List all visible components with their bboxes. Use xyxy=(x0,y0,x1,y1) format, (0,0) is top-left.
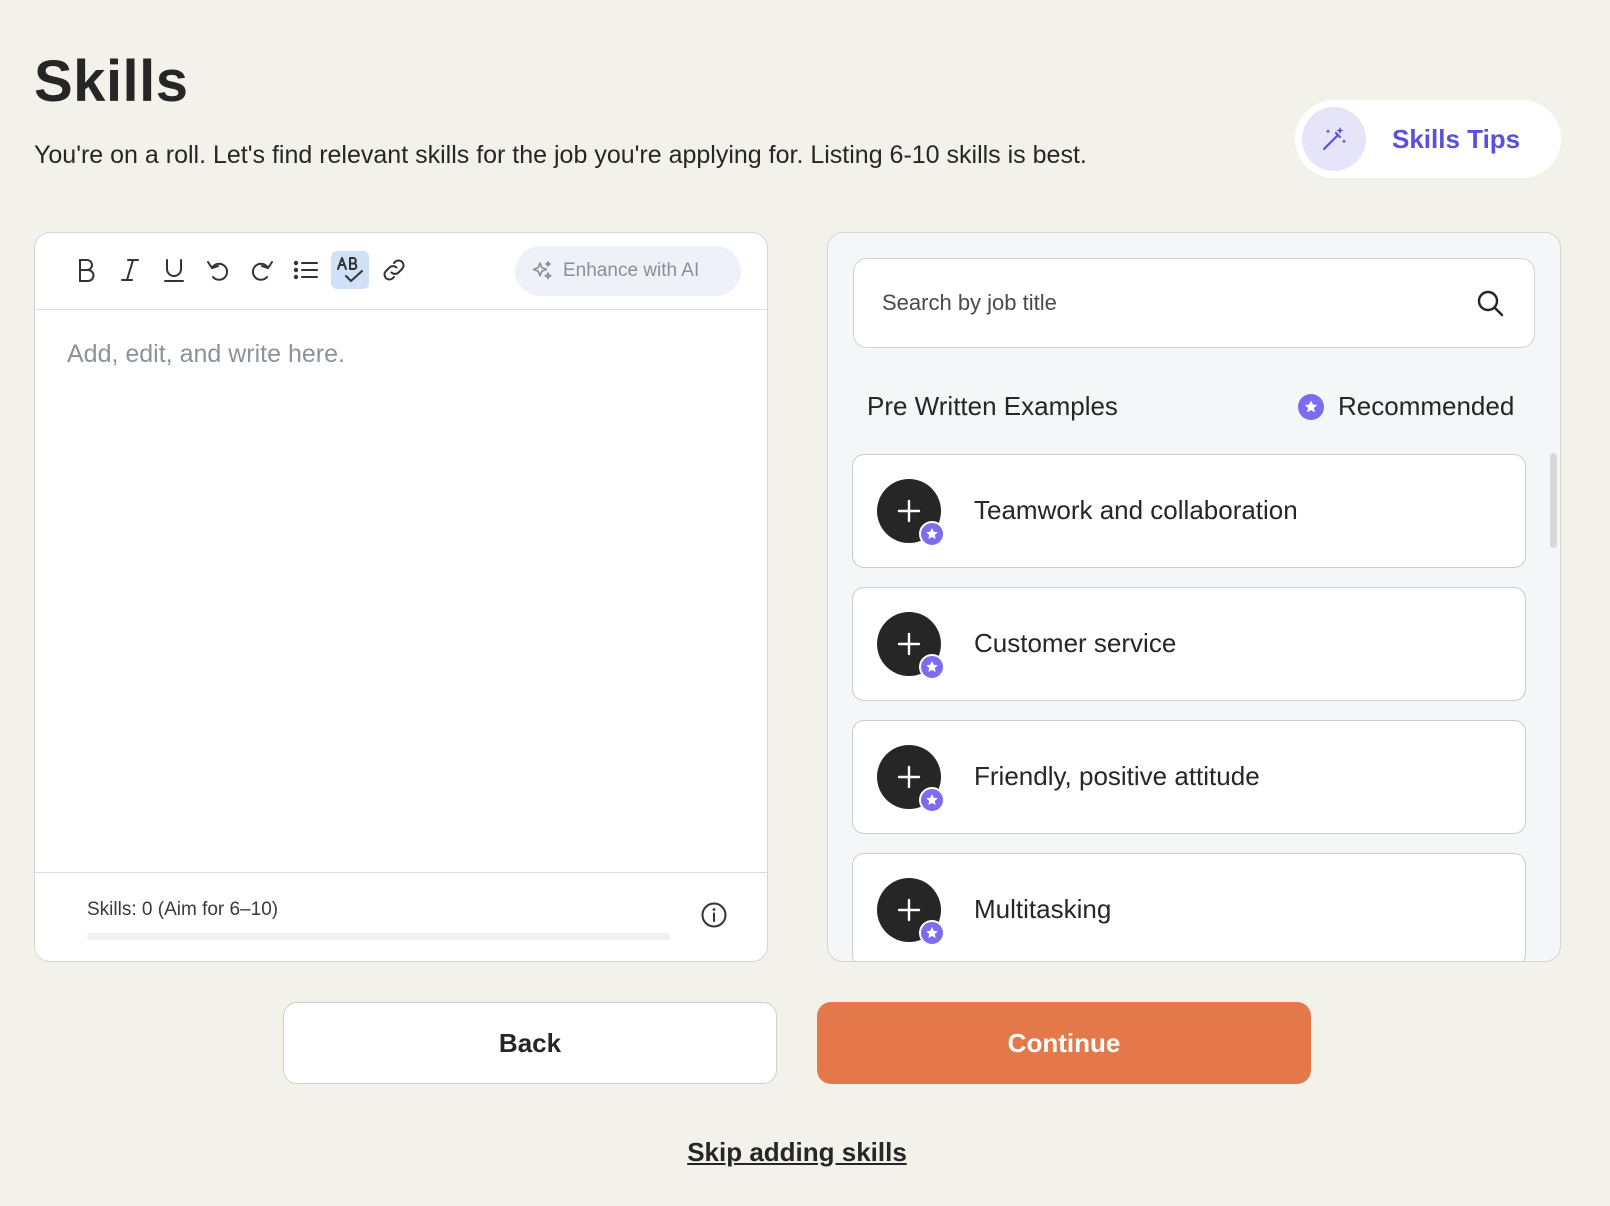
examples-scrollbar[interactable] xyxy=(1550,453,1557,548)
example-item-label: Customer service xyxy=(974,628,1177,658)
editor-toolbar: Enhance with AI xyxy=(35,233,767,310)
example-item-label: Friendly, positive attitude xyxy=(974,761,1260,791)
bullet-list-button[interactable] xyxy=(287,251,325,289)
sparkle-icon xyxy=(532,261,552,280)
page-subtitle: You're on a roll. Let's find relevant sk… xyxy=(34,141,1087,169)
examples-section-title: Pre Written Examples xyxy=(867,391,1118,421)
example-item[interactable]: Multitasking xyxy=(852,853,1526,961)
editor-footer: Skills: 0 (Aim for 6–10) xyxy=(35,872,767,961)
skip-adding-skills-link[interactable]: Skip adding skills xyxy=(0,1137,1594,1168)
example-item-label: Teamwork and collaboration xyxy=(974,495,1298,525)
magic-wand-icon xyxy=(1302,107,1366,171)
example-item[interactable]: Teamwork and collaboration xyxy=(852,454,1526,568)
link-icon xyxy=(383,259,405,281)
skills-text-area[interactable]: Add, edit, and write here. xyxy=(35,310,767,872)
underline-icon xyxy=(164,259,184,282)
examples-list: Teamwork and collaboration Customer serv… xyxy=(852,454,1526,961)
star-badge-icon xyxy=(919,920,945,946)
pre-written-examples-panel: Pre Written Examples Recommended Teamwor… xyxy=(827,232,1561,962)
enhance-with-ai-button[interactable]: Enhance with AI xyxy=(515,246,741,296)
search-icon[interactable] xyxy=(1474,287,1506,319)
redo-icon xyxy=(251,261,273,281)
italic-button[interactable] xyxy=(111,251,149,289)
skills-tips-label: Skills Tips xyxy=(1392,123,1521,154)
italic-icon xyxy=(121,259,139,281)
bold-button[interactable] xyxy=(67,251,105,289)
link-button[interactable] xyxy=(375,251,413,289)
star-badge-icon xyxy=(919,787,945,813)
page-title: Skills xyxy=(34,49,189,114)
skills-progress-bar xyxy=(87,933,670,940)
skills-count-label: Skills: 0 (Aim for 6–10) xyxy=(87,899,279,920)
editor-placeholder: Add, edit, and write here. xyxy=(67,340,345,368)
example-item[interactable]: Customer service xyxy=(852,587,1526,701)
star-badge-icon xyxy=(919,521,945,547)
skills-tips-button[interactable]: Skills Tips xyxy=(1295,100,1561,178)
underline-button[interactable] xyxy=(155,251,193,289)
recommended-label: Recommended xyxy=(1338,391,1515,421)
skills-editor: Enhance with AI Add, edit, and write her… xyxy=(34,232,768,962)
continue-button[interactable]: Continue xyxy=(817,1002,1311,1084)
bullet-list-icon xyxy=(293,260,318,280)
recommended-legend: Recommended xyxy=(1298,391,1514,422)
info-icon[interactable] xyxy=(699,900,729,930)
spellcheck-button[interactable] xyxy=(331,251,369,289)
undo-button[interactable] xyxy=(199,251,237,289)
redo-button[interactable] xyxy=(243,251,281,289)
search-box xyxy=(853,258,1535,348)
star-badge-icon xyxy=(919,654,945,680)
example-item[interactable]: Friendly, positive attitude xyxy=(852,720,1526,834)
recommended-star-icon xyxy=(1298,393,1324,420)
bold-icon xyxy=(79,259,95,282)
enhance-with-ai-label: Enhance with AI xyxy=(563,260,700,281)
spellcheck-icon xyxy=(337,257,363,282)
undo-icon xyxy=(207,261,229,281)
back-button[interactable]: Back xyxy=(283,1002,777,1084)
search-input[interactable] xyxy=(854,259,1454,347)
example-item-label: Multitasking xyxy=(974,894,1112,924)
